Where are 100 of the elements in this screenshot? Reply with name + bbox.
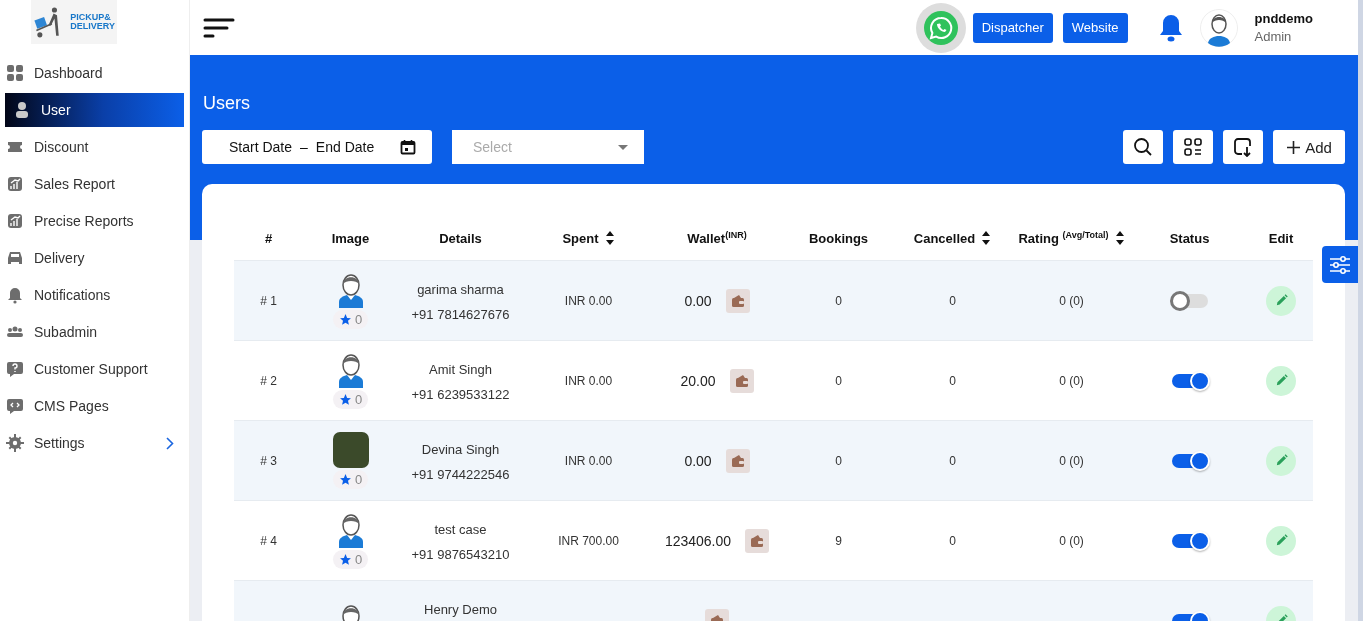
code-bubble-icon — [6, 397, 24, 415]
user-phone: +91 9876543210 — [411, 547, 510, 562]
date-range-field[interactable]: Start Date – End Date — [202, 130, 432, 164]
column-header: Edit — [1268, 230, 1294, 246]
sidebar-item[interactable]: Discount — [5, 130, 184, 164]
calendar-icon — [400, 139, 416, 155]
menu-icon[interactable] — [203, 16, 235, 39]
rating-value: 0 (0) — [1059, 373, 1084, 388]
layout-grid-icon — [1183, 137, 1203, 157]
export-icon — [1233, 137, 1253, 157]
pencil-icon — [1274, 374, 1288, 387]
cancelled-count: 0 — [949, 373, 956, 388]
search-button[interactable] — [1123, 130, 1163, 164]
header-button[interactable]: Dispatcher — [972, 12, 1053, 43]
user-name: Amit Singh — [429, 362, 492, 377]
sidebar-item[interactable]: Dashboard — [5, 56, 184, 90]
column-header: Bookings — [808, 230, 869, 246]
logo: PICKUP& DELIVERY — [31, 0, 117, 44]
sort-icon[interactable] — [981, 230, 992, 246]
edit-button[interactable] — [1266, 285, 1296, 316]
user-phone: +91 6239533122 — [411, 387, 510, 402]
star-icon — [338, 553, 352, 566]
photo-placeholder — [332, 432, 369, 468]
layout-button[interactable] — [1173, 130, 1213, 164]
rating-value: 0 (0) — [1059, 533, 1084, 548]
sliders-icon — [1329, 254, 1351, 275]
badge-count: 0 — [354, 312, 363, 327]
column-header: Image — [331, 230, 370, 246]
cancelled-count: 0 — [949, 293, 956, 308]
sidebar-item[interactable]: Subadmin — [5, 315, 184, 349]
bell-icon[interactable] — [1157, 12, 1184, 43]
badge-count: 0 — [354, 472, 363, 487]
grid-icon — [6, 64, 24, 82]
wallet-icon — [734, 373, 749, 388]
status-toggle[interactable] — [1171, 453, 1208, 468]
sort-icon[interactable] — [1114, 230, 1125, 246]
column-header: # — [264, 230, 273, 246]
user-name: pnddemo — [1254, 11, 1313, 26]
bookings-count: 0 — [835, 373, 842, 388]
sidebar-item[interactable]: Customer Support — [5, 352, 184, 386]
pencil-icon — [1274, 294, 1288, 307]
plus-icon — [1286, 139, 1302, 155]
row-number: # 2 — [260, 373, 277, 388]
header-button[interactable]: Website — [1062, 12, 1128, 43]
wallet-button[interactable] — [725, 448, 750, 473]
sidebar-item[interactable]: User — [5, 93, 184, 127]
status-toggle[interactable] — [1171, 373, 1208, 388]
star-icon — [338, 313, 352, 326]
wallet-icon — [750, 533, 765, 548]
spent-amount: INR 700.00 — [558, 533, 619, 548]
user-name: garima sharma — [417, 282, 504, 297]
sort-icon[interactable] — [604, 230, 615, 246]
bookings-count: 0 — [835, 453, 842, 468]
page-title: Users — [203, 93, 251, 114]
bell-icon — [6, 286, 24, 304]
user-name: test case — [434, 522, 487, 537]
row-number: # 4 — [260, 533, 277, 548]
status-toggle[interactable] — [1171, 293, 1208, 308]
wallet-balance: 123406.00 — [664, 532, 732, 549]
sidebar-item[interactable]: Delivery — [5, 241, 184, 275]
chat-bubble-icon — [922, 9, 959, 46]
wallet-button[interactable] — [745, 528, 770, 553]
column-header: Status — [1169, 230, 1210, 246]
edit-button[interactable] — [1266, 445, 1296, 476]
add-button[interactable]: Add — [1273, 130, 1345, 164]
edit-button[interactable] — [1266, 525, 1296, 556]
sidebar-item[interactable]: CMS Pages — [5, 389, 184, 423]
star-icon — [338, 473, 352, 486]
wallet-button[interactable] — [729, 368, 754, 393]
pencil-icon — [1274, 534, 1288, 547]
user-phone: +91 7814627676 — [411, 307, 510, 322]
user-avatar-icon[interactable] — [1199, 8, 1238, 47]
spent-amount: INR 0.00 — [564, 373, 613, 388]
chart-icon — [6, 175, 24, 193]
column-header: Spent — [562, 230, 599, 246]
rating-value: 0 (0) — [1059, 293, 1084, 308]
sidebar-item[interactable]: Settings — [5, 426, 184, 460]
row-number: # 3 — [260, 453, 277, 468]
user-name: Henry Demo — [424, 602, 497, 617]
edit-button[interactable] — [1266, 365, 1296, 396]
chevron-right-icon — [166, 436, 174, 450]
export-button[interactable] — [1223, 130, 1263, 164]
filter-settings-button[interactable] — [1322, 246, 1358, 283]
wallet-button[interactable] — [725, 288, 750, 313]
row-number: # 1 — [260, 293, 277, 308]
bookings-count: 0 — [835, 293, 842, 308]
spent-amount: INR 0.00 — [564, 293, 613, 308]
status-toggle[interactable] — [1171, 533, 1208, 548]
column-header: Wallet$^{(INR)}$ — [687, 229, 747, 247]
sidebar-item[interactable]: Sales Report — [5, 167, 184, 201]
bookings-count: 9 — [835, 533, 842, 548]
user-name: Devina Singh — [421, 442, 500, 457]
cancelled-count: 0 — [949, 533, 956, 548]
wallet-balance: 20.00 — [680, 372, 716, 389]
caret-icon — [618, 144, 628, 150]
sidebar-item[interactable]: Notifications — [5, 278, 184, 312]
badge-count: 0 — [354, 392, 363, 407]
badge-count: 0 — [354, 552, 363, 567]
sidebar-item[interactable]: Precise Reports — [5, 204, 184, 238]
wallet-icon — [730, 293, 745, 308]
